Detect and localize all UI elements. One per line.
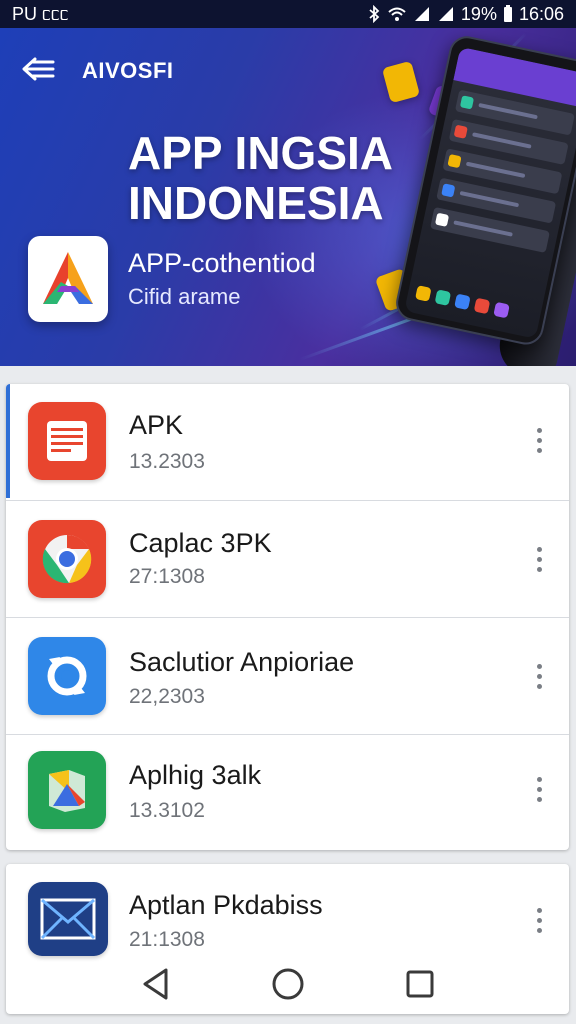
hero-tagline: Cifid arame bbox=[128, 284, 241, 309]
nav-back-button[interactable] bbox=[134, 962, 178, 1006]
header-title: AIVOSFI bbox=[82, 58, 174, 83]
clock: 16:06 bbox=[518, 3, 564, 24]
more-options-button[interactable] bbox=[527, 900, 551, 940]
list-item[interactable]: Aplhig 3alk 13.3102 bbox=[6, 735, 569, 850]
app-size: 22,2303 bbox=[129, 685, 205, 708]
app-name: Caplac 3PK bbox=[129, 528, 272, 558]
signal-2-icon bbox=[438, 7, 453, 21]
list-item[interactable]: Caplac 3PK 27:1308 bbox=[6, 501, 569, 618]
app-size: 27:1308 bbox=[129, 565, 205, 588]
more-options-button[interactable] bbox=[527, 539, 551, 579]
battery-icon bbox=[503, 5, 512, 22]
hero-title-line1: APP INGSIA bbox=[128, 127, 393, 179]
sync-icon bbox=[28, 637, 106, 715]
chrome-icon bbox=[28, 520, 106, 598]
hero-banner: AIVOSFI APP INGSIA INDONESIA APP-cothent… bbox=[0, 28, 576, 366]
status-bar: PU ᥴᥴᥴ 19% 16:06 bbox=[0, 0, 576, 28]
wifi-icon bbox=[388, 7, 406, 21]
app-name: Aptlan Pkdabiss bbox=[129, 890, 323, 920]
nav-home-button[interactable] bbox=[266, 962, 310, 1006]
app-name: Saclutior Anpioriae bbox=[129, 647, 355, 677]
hero-subtitle: APP-cothentiod bbox=[128, 248, 316, 278]
recents-square-icon bbox=[406, 970, 434, 998]
more-options-button[interactable] bbox=[527, 420, 551, 460]
hero-title-line2: INDONESIA bbox=[128, 177, 384, 229]
more-options-button[interactable] bbox=[527, 656, 551, 696]
list-item[interactable]: Saclutior Anpioriae 22,2303 bbox=[6, 618, 569, 735]
map-icon bbox=[28, 751, 106, 829]
logo-a-icon bbox=[43, 252, 93, 304]
back-button[interactable] bbox=[18, 52, 58, 86]
hero-title: APP INGSIA INDONESIA bbox=[128, 128, 393, 228]
back-triangle-icon bbox=[143, 968, 168, 1000]
app-name: APK bbox=[129, 410, 184, 440]
app-list: APK 13.2303 Caplac 3PK 27:1308 Saclutior… bbox=[6, 384, 569, 850]
app-logo bbox=[28, 236, 108, 322]
phone-body bbox=[392, 32, 576, 348]
navigation-bar bbox=[0, 944, 576, 1024]
list-item[interactable]: APK 13.2303 bbox=[6, 384, 569, 501]
bluetooth-icon bbox=[369, 5, 380, 23]
phone-illustration bbox=[391, 32, 576, 366]
arrow-left-icon bbox=[22, 57, 55, 81]
notes-icon bbox=[28, 402, 106, 480]
nav-recents-button[interactable] bbox=[398, 962, 442, 1006]
carrier-label: PU ᥴᥴᥴ bbox=[12, 3, 69, 24]
status-icons: 19% 16:06 bbox=[367, 4, 564, 25]
app-size: 13.3102 bbox=[129, 799, 205, 822]
battery-percent: 19% bbox=[460, 3, 497, 24]
phone-tiles bbox=[414, 285, 510, 319]
app-name: Aplhig 3alk bbox=[129, 760, 262, 790]
app-size: 13.2303 bbox=[129, 450, 205, 473]
signal-icon bbox=[414, 7, 429, 21]
more-options-button[interactable] bbox=[527, 769, 551, 809]
home-circle-icon bbox=[272, 968, 304, 1000]
